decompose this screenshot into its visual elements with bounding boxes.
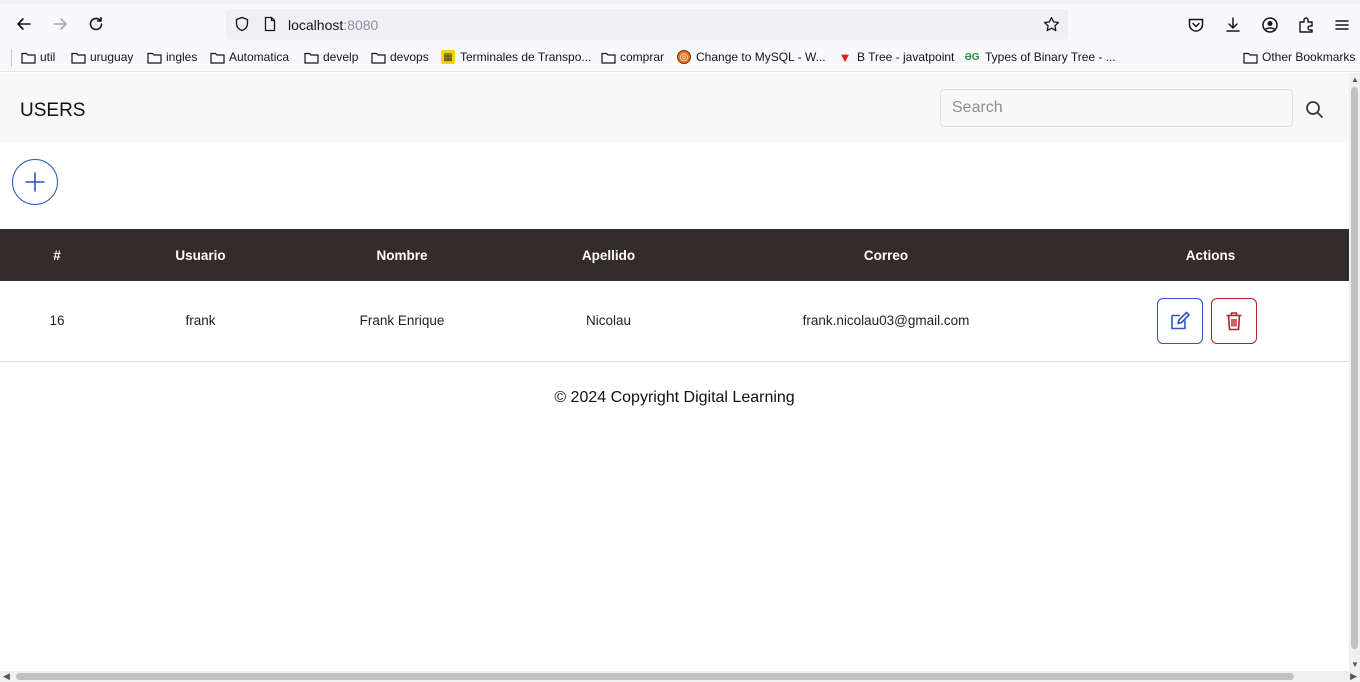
bookmark-label: ingles: [166, 50, 198, 64]
bookmark-label: develp: [323, 50, 359, 64]
scroll-down-arrow-icon[interactable]: ▼: [1351, 660, 1359, 669]
column-header-correo: Correo: [700, 229, 1072, 281]
cell-usuario: frank: [114, 281, 287, 362]
table-row: 16 frank Frank Enrique Nicolau frank.nic…: [0, 281, 1349, 362]
folder-icon: [210, 52, 225, 64]
arrow-left-icon: [17, 18, 31, 30]
edit-icon: [1170, 311, 1190, 330]
cell-id: 16: [0, 281, 114, 362]
forward-button[interactable]: [45, 10, 75, 38]
page-icon: [264, 16, 276, 32]
url-port: :8080: [343, 17, 379, 33]
bookmark-devops[interactable]: devops: [371, 50, 429, 64]
bookmarks-bar: util uruguay ingles Automatica develp de…: [0, 44, 1360, 72]
cell-correo: frank.nicolau03@gmail.com: [700, 281, 1072, 362]
vertical-scrollbar[interactable]: ▲ ▼: [1349, 73, 1360, 671]
bookmark-automatica[interactable]: Automatica: [210, 50, 289, 64]
url-bar[interactable]: localhost:8080: [226, 9, 1068, 40]
scroll-up-arrow-icon[interactable]: ▲: [1351, 75, 1359, 84]
url-host: localhost: [288, 17, 344, 33]
other-bookmarks-label: Other Bookmarks: [1262, 50, 1356, 64]
add-user-button[interactable]: [12, 159, 58, 205]
bookmark-ingles[interactable]: ingles: [147, 50, 197, 64]
bookmark-types-of-binary-tree[interactable]: ƏG Types of Binary Tree - ...: [964, 50, 1116, 64]
reload-icon: [89, 16, 103, 31]
cell-actions: [1072, 281, 1349, 362]
bookmark-label: devops: [390, 50, 429, 64]
bookmark-util[interactable]: util: [21, 50, 55, 64]
folder-icon: [601, 52, 616, 64]
bookmark-b-tree[interactable]: ▼ B Tree - javatpoint: [838, 49, 955, 65]
search-input[interactable]: [940, 89, 1293, 127]
bookmark-label: B Tree - javatpoint: [857, 50, 955, 64]
bookmark-uruguay[interactable]: uruguay: [71, 50, 133, 64]
reload-button[interactable]: [81, 10, 111, 38]
star-icon[interactable]: [1043, 16, 1060, 33]
bookmark-label: Terminales de Transpo...: [460, 50, 592, 64]
footer-copyright: © 2024 Copyright Digital Learning: [554, 389, 795, 406]
bookmark-terminales[interactable]: ▦ Terminales de Transpo...: [441, 50, 591, 64]
column-header-usuario: Usuario: [114, 229, 287, 281]
folder-icon: [147, 52, 162, 64]
navbar: USERS: [0, 73, 1349, 143]
bookmark-comprar[interactable]: comprar: [601, 50, 664, 64]
back-button[interactable]: [9, 10, 39, 38]
other-bookmarks[interactable]: Other Bookmarks: [1243, 50, 1355, 64]
bookmark-label: uruguay: [90, 50, 134, 64]
pocket-icon[interactable]: [1187, 16, 1205, 34]
bookmark-label: Change to MySQL - W...: [696, 50, 826, 64]
plus-icon: [25, 172, 45, 192]
arrow-right-icon: [53, 18, 67, 30]
column-header-actions: Actions: [1072, 229, 1349, 281]
browser-toolbar: localhost:8080: [0, 4, 1360, 44]
edit-user-button[interactable]: [1156, 297, 1203, 344]
delete-user-button[interactable]: [1210, 297, 1257, 344]
cell-nombre: Frank Enrique: [287, 281, 517, 362]
gfg-favicon-icon: ƏG: [964, 51, 980, 63]
menu-icon[interactable]: [1333, 16, 1351, 34]
bookmark-label: Types of Binary Tree - ...: [985, 50, 1116, 64]
bookmark-develp[interactable]: develp: [304, 50, 358, 64]
shield-icon[interactable]: [234, 16, 250, 32]
table-header-row: # Usuario Nombre Apellido Correo Actions: [0, 229, 1349, 281]
vertical-scroll-thumb[interactable]: [1351, 87, 1358, 649]
mysql-favicon-icon: ◎: [677, 50, 691, 64]
bookmark-label: util: [40, 50, 56, 64]
folder-icon: [21, 52, 36, 64]
cell-apellido: Nicolau: [517, 281, 700, 362]
download-icon[interactable]: [1224, 16, 1242, 34]
row-actions: [1156, 297, 1257, 344]
bookmark-label: comprar: [620, 50, 665, 64]
folder-icon: [371, 52, 386, 64]
horizontal-scrollbar[interactable]: ◀ ▶: [0, 671, 1360, 682]
transport-favicon-icon: ▦: [441, 50, 455, 64]
page-title[interactable]: USERS: [20, 100, 85, 122]
folder-icon: [71, 52, 86, 64]
scroll-right-arrow-icon[interactable]: ▶: [1350, 671, 1357, 682]
scroll-left-arrow-icon[interactable]: ◀: [3, 671, 10, 682]
url-text[interactable]: localhost:8080: [288, 17, 378, 33]
trash-icon: [1226, 311, 1241, 331]
horizontal-scroll-thumb[interactable]: [16, 673, 1294, 680]
account-icon[interactable]: [1261, 16, 1279, 34]
folder-icon: [1243, 52, 1258, 64]
users-table: # Usuario Nombre Apellido Correo Actions…: [0, 229, 1349, 362]
extensions-icon[interactable]: [1297, 16, 1315, 34]
column-header-id: #: [0, 229, 114, 281]
folder-icon: [304, 52, 319, 64]
column-header-apellido: Apellido: [517, 229, 700, 281]
column-header-nombre: Nombre: [287, 229, 517, 281]
javatpoint-favicon-icon: ▼: [838, 49, 852, 65]
search-button[interactable]: [1302, 97, 1326, 121]
search-icon: [1305, 100, 1323, 118]
bookmark-change-to-mysql[interactable]: ◎ Change to MySQL - W...: [677, 50, 826, 64]
bookmark-label: Automatica: [229, 50, 290, 64]
bookmarks-separator: [11, 49, 12, 67]
